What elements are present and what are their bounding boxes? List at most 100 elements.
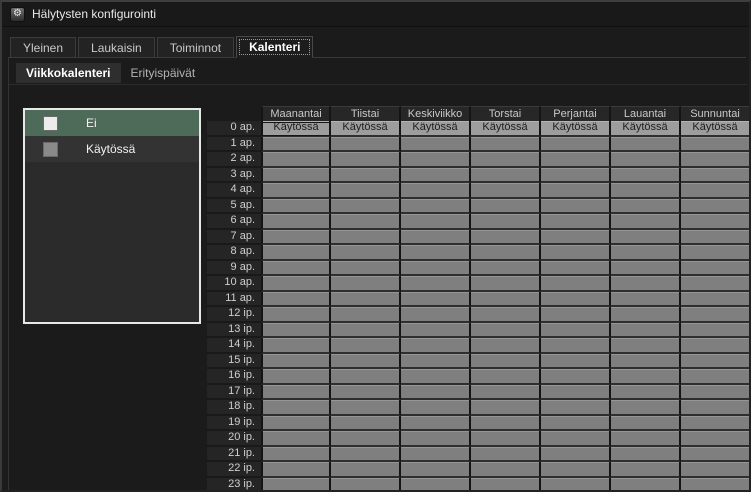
calendar-cell-perjantai-18-ip-[interactable]: [541, 400, 611, 416]
calendar-cell-keskiviikko-15-ip-[interactable]: [401, 354, 471, 370]
calendar-cell-tiistai-10-ap-[interactable]: [331, 276, 401, 292]
calendar-cell-keskiviikko-3-ap-[interactable]: [401, 168, 471, 184]
calendar-cell-torstai-5-ap-[interactable]: [471, 199, 541, 215]
calendar-cell-torstai-7-ap-[interactable]: [471, 230, 541, 246]
calendar-cell-perjantai-6-ap-[interactable]: [541, 214, 611, 230]
calendar-cell-perjantai-7-ap-[interactable]: [541, 230, 611, 246]
calendar-cell-lauantai-15-ip-[interactable]: [611, 354, 681, 370]
calendar-cell-tiistai-11-ap-[interactable]: [331, 292, 401, 308]
calendar-cell-sunnuntai-3-ap-[interactable]: [681, 168, 751, 184]
calendar-cell-tiistai-18-ip-[interactable]: [331, 400, 401, 416]
calendar-cell-maanantai-12-ip-[interactable]: [261, 307, 331, 323]
calendar-cell-lauantai-0-ap-[interactable]: Käytössä: [611, 121, 681, 137]
calendar-cell-sunnuntai-18-ip-[interactable]: [681, 400, 751, 416]
calendar-cell-torstai-13-ip-[interactable]: [471, 323, 541, 339]
calendar-cell-keskiviikko-1-ap-[interactable]: [401, 137, 471, 153]
calendar-cell-sunnuntai-15-ip-[interactable]: [681, 354, 751, 370]
calendar-cell-torstai-2-ap-[interactable]: [471, 152, 541, 168]
calendar-cell-keskiviikko-6-ap-[interactable]: [401, 214, 471, 230]
calendar-cell-sunnuntai-12-ip-[interactable]: [681, 307, 751, 323]
calendar-cell-sunnuntai-20-ip-[interactable]: [681, 431, 751, 447]
calendar-cell-lauantai-19-ip-[interactable]: [611, 416, 681, 432]
calendar-cell-torstai-1-ap-[interactable]: [471, 137, 541, 153]
calendar-cell-torstai-15-ip-[interactable]: [471, 354, 541, 370]
calendar-cell-perjantai-13-ip-[interactable]: [541, 323, 611, 339]
calendar-cell-tiistai-9-ap-[interactable]: [331, 261, 401, 277]
calendar-cell-keskiviikko-9-ap-[interactable]: [401, 261, 471, 277]
calendar-cell-sunnuntai-6-ap-[interactable]: [681, 214, 751, 230]
calendar-cell-keskiviikko-21-ip-[interactable]: [401, 447, 471, 463]
calendar-cell-keskiviikko-2-ap-[interactable]: [401, 152, 471, 168]
calendar-cell-sunnuntai-10-ap-[interactable]: [681, 276, 751, 292]
calendar-cell-sunnuntai-21-ip-[interactable]: [681, 447, 751, 463]
calendar-cell-maanantai-8-ap-[interactable]: [261, 245, 331, 261]
calendar-cell-keskiviikko-14-ip-[interactable]: [401, 338, 471, 354]
calendar-cell-sunnuntai-14-ip-[interactable]: [681, 338, 751, 354]
calendar-cell-lauantai-12-ip-[interactable]: [611, 307, 681, 323]
calendar-cell-maanantai-4-ap-[interactable]: [261, 183, 331, 199]
calendar-cell-perjantai-20-ip-[interactable]: [541, 431, 611, 447]
calendar-cell-perjantai-4-ap-[interactable]: [541, 183, 611, 199]
calendar-cell-sunnuntai-23-ip-[interactable]: [681, 478, 751, 492]
calendar-cell-sunnuntai-2-ap-[interactable]: [681, 152, 751, 168]
calendar-cell-maanantai-14-ip-[interactable]: [261, 338, 331, 354]
calendar-cell-lauantai-21-ip-[interactable]: [611, 447, 681, 463]
calendar-cell-tiistai-20-ip-[interactable]: [331, 431, 401, 447]
subtab-erityisp-iv-t[interactable]: Erityispäivät: [121, 63, 206, 83]
tab-yleinen[interactable]: Yleinen: [10, 37, 76, 58]
calendar-cell-perjantai-22-ip-[interactable]: [541, 462, 611, 478]
calendar-cell-maanantai-5-ap-[interactable]: [261, 199, 331, 215]
calendar-cell-keskiviikko-16-ip-[interactable]: [401, 369, 471, 385]
calendar-cell-perjantai-12-ip-[interactable]: [541, 307, 611, 323]
calendar-cell-torstai-6-ap-[interactable]: [471, 214, 541, 230]
calendar-cell-maanantai-2-ap-[interactable]: [261, 152, 331, 168]
calendar-cell-torstai-20-ip-[interactable]: [471, 431, 541, 447]
calendar-cell-maanantai-19-ip-[interactable]: [261, 416, 331, 432]
calendar-cell-maanantai-3-ap-[interactable]: [261, 168, 331, 184]
calendar-cell-keskiviikko-22-ip-[interactable]: [401, 462, 471, 478]
calendar-cell-torstai-9-ap-[interactable]: [471, 261, 541, 277]
calendar-cell-tiistai-21-ip-[interactable]: [331, 447, 401, 463]
calendar-cell-tiistai-7-ap-[interactable]: [331, 230, 401, 246]
calendar-cell-sunnuntai-16-ip-[interactable]: [681, 369, 751, 385]
calendar-cell-maanantai-6-ap-[interactable]: [261, 214, 331, 230]
calendar-cell-tiistai-3-ap-[interactable]: [331, 168, 401, 184]
calendar-cell-perjantai-3-ap-[interactable]: [541, 168, 611, 184]
calendar-cell-perjantai-14-ip-[interactable]: [541, 338, 611, 354]
calendar-cell-keskiviikko-5-ap-[interactable]: [401, 199, 471, 215]
calendar-cell-sunnuntai-9-ap-[interactable]: [681, 261, 751, 277]
calendar-cell-tiistai-12-ip-[interactable]: [331, 307, 401, 323]
calendar-cell-lauantai-18-ip-[interactable]: [611, 400, 681, 416]
tab-toiminnot[interactable]: Toiminnot: [157, 37, 234, 58]
calendar-cell-keskiviikko-11-ap-[interactable]: [401, 292, 471, 308]
calendar-cell-torstai-22-ip-[interactable]: [471, 462, 541, 478]
calendar-cell-perjantai-11-ap-[interactable]: [541, 292, 611, 308]
calendar-cell-perjantai-5-ap-[interactable]: [541, 199, 611, 215]
calendar-cell-lauantai-16-ip-[interactable]: [611, 369, 681, 385]
calendar-cell-lauantai-5-ap-[interactable]: [611, 199, 681, 215]
calendar-cell-perjantai-19-ip-[interactable]: [541, 416, 611, 432]
calendar-cell-tiistai-8-ap-[interactable]: [331, 245, 401, 261]
calendar-cell-maanantai-21-ip-[interactable]: [261, 447, 331, 463]
calendar-cell-keskiviikko-7-ap-[interactable]: [401, 230, 471, 246]
calendar-cell-lauantai-6-ap-[interactable]: [611, 214, 681, 230]
tab-laukaisin[interactable]: Laukaisin: [78, 37, 155, 58]
calendar-cell-lauantai-7-ap-[interactable]: [611, 230, 681, 246]
calendar-cell-perjantai-1-ap-[interactable]: [541, 137, 611, 153]
calendar-cell-tiistai-0-ap-[interactable]: Käytössä: [331, 121, 401, 137]
calendar-cell-keskiviikko-17-ip-[interactable]: [401, 385, 471, 401]
calendar-cell-tiistai-6-ap-[interactable]: [331, 214, 401, 230]
title-bar[interactable]: ⚙ Hälytysten konfigurointi: [2, 2, 749, 27]
calendar-cell-tiistai-1-ap-[interactable]: [331, 137, 401, 153]
legend-item-k-yt-ss-[interactable]: Käytössä: [25, 136, 199, 162]
calendar-cell-sunnuntai-13-ip-[interactable]: [681, 323, 751, 339]
calendar-cell-keskiviikko-4-ap-[interactable]: [401, 183, 471, 199]
legend-item-ei[interactable]: Ei: [25, 110, 199, 136]
calendar-cell-tiistai-23-ip-[interactable]: [331, 478, 401, 492]
calendar-cell-maanantai-11-ap-[interactable]: [261, 292, 331, 308]
calendar-cell-tiistai-16-ip-[interactable]: [331, 369, 401, 385]
calendar-cell-lauantai-17-ip-[interactable]: [611, 385, 681, 401]
calendar-cell-maanantai-18-ip-[interactable]: [261, 400, 331, 416]
calendar-cell-torstai-10-ap-[interactable]: [471, 276, 541, 292]
calendar-cell-tiistai-4-ap-[interactable]: [331, 183, 401, 199]
